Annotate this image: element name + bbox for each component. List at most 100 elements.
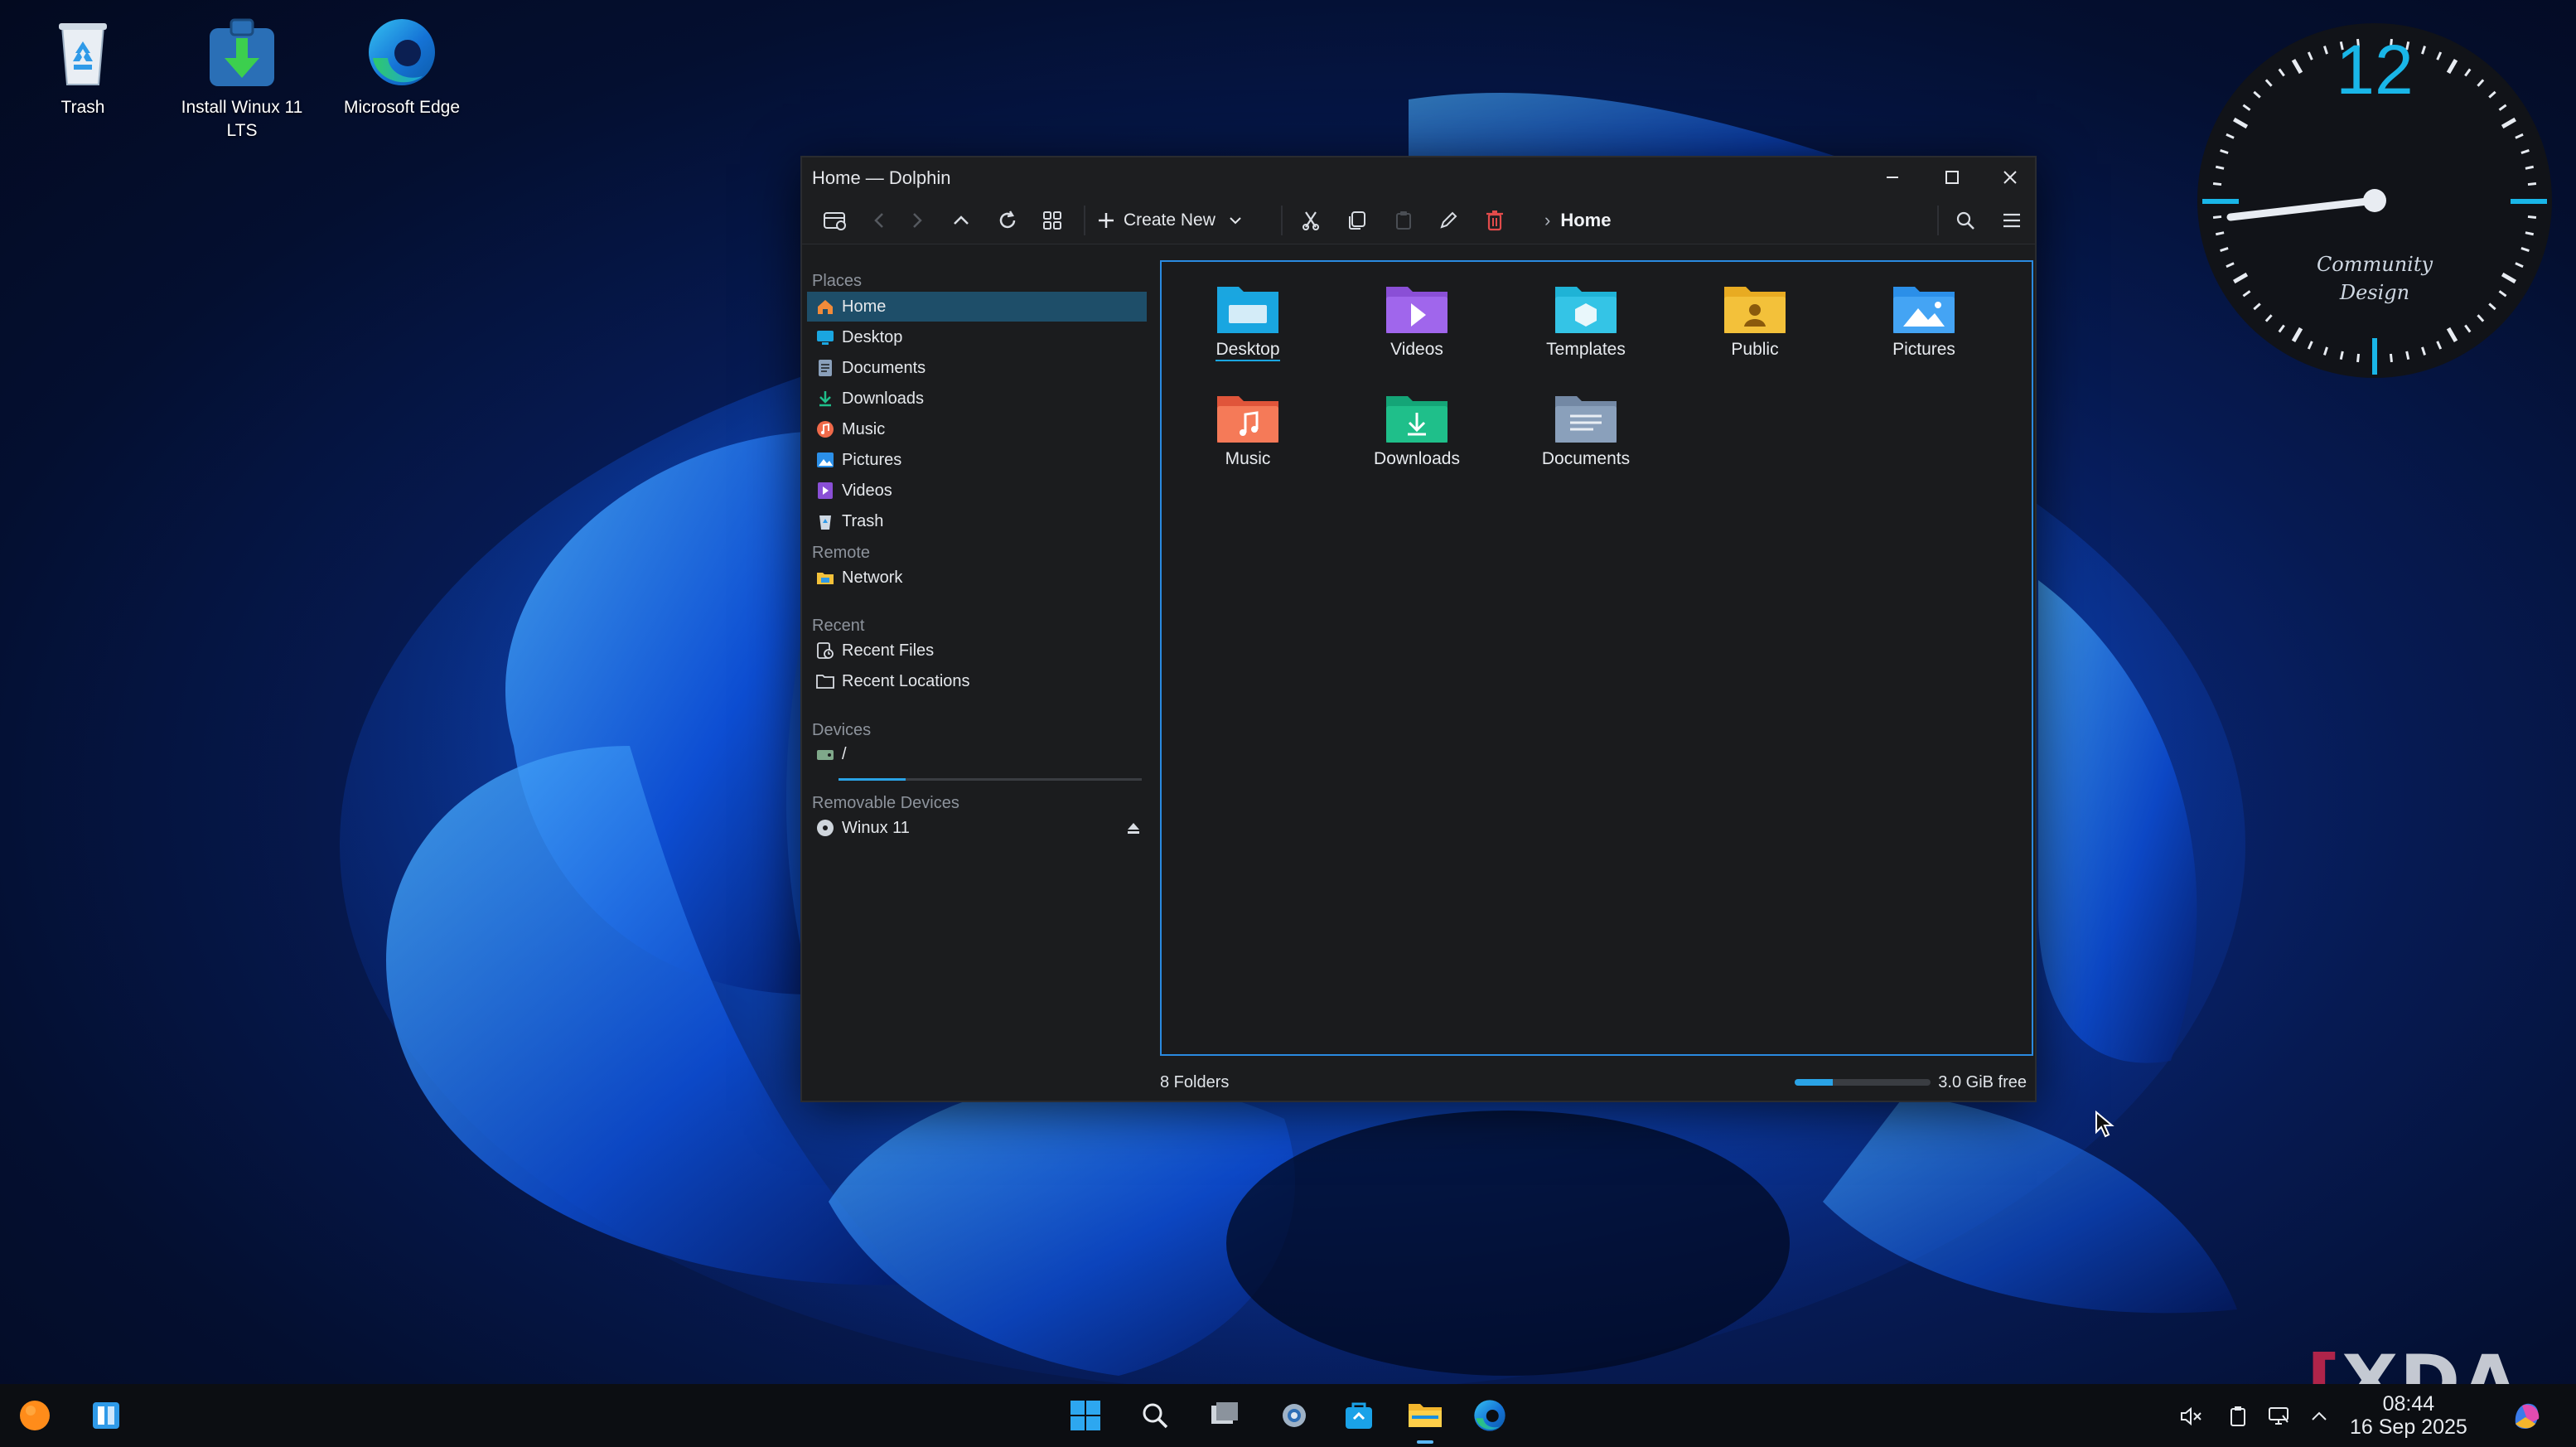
sidebar-item-documents[interactable]: Documents xyxy=(807,353,1147,383)
sidebar-item-recent-files[interactable]: Recent Files xyxy=(807,636,1147,665)
folder-templates-icon xyxy=(1554,278,1618,336)
section-devices: Devices xyxy=(812,721,872,739)
reload-button[interactable] xyxy=(991,204,1024,237)
file-explorer-icon xyxy=(1409,1404,1442,1427)
sidebar-item-recent-locations[interactable]: Recent Locations xyxy=(807,666,1147,696)
delete-button[interactable] xyxy=(1478,204,1511,237)
folder-documents[interactable]: Documents xyxy=(1511,388,1660,492)
desktop-icon-trash[interactable]: Trash xyxy=(0,0,166,119)
folder-label: Downloads xyxy=(1374,449,1460,468)
menu-button[interactable] xyxy=(1995,204,2028,237)
create-new-button[interactable]: Create New xyxy=(1094,204,1256,237)
label-line: LTS xyxy=(226,121,258,140)
sidebar-item-home[interactable]: Home xyxy=(807,292,1147,322)
folder-label: Music xyxy=(1225,449,1271,468)
paste-button[interactable] xyxy=(1387,204,1420,237)
scissors-icon xyxy=(1302,211,1319,230)
file-view[interactable]: Desktop Videos Templates Public Pictures… xyxy=(1160,260,2033,1056)
sidebar-item-videos[interactable]: Videos xyxy=(807,476,1147,506)
edge-button[interactable] xyxy=(1470,1396,1510,1435)
toolbar-separator xyxy=(1281,206,1283,235)
trash-icon xyxy=(815,511,835,531)
taskbar-date: 16 Sep 2025 xyxy=(2350,1416,2467,1439)
sidebar-item-desktop[interactable]: Desktop xyxy=(807,322,1147,352)
show-hidden-icons-button[interactable] xyxy=(2307,1404,2332,1429)
clock-tick xyxy=(2215,231,2225,236)
edge-icon xyxy=(1474,1400,1505,1431)
folder-label: Public xyxy=(1731,340,1779,359)
sidebar-item-root-drive[interactable]: / xyxy=(807,739,1147,769)
paste-icon xyxy=(1396,211,1411,230)
copy-button[interactable] xyxy=(1341,204,1374,237)
sidebar-item-label: Recent Files xyxy=(842,641,935,660)
orange-orb-icon xyxy=(20,1401,50,1430)
folder-music[interactable]: Music xyxy=(1173,388,1322,492)
sidebar-item-downloads[interactable]: Downloads xyxy=(807,384,1147,414)
up-button[interactable] xyxy=(945,204,978,237)
widgets-button[interactable] xyxy=(86,1396,126,1435)
split-view-button[interactable] xyxy=(819,204,852,237)
folder-templates[interactable]: Templates xyxy=(1511,278,1660,383)
new-window-icon xyxy=(824,212,846,230)
speaker-muted-icon xyxy=(2181,1406,2201,1426)
task-view-button[interactable] xyxy=(1205,1396,1245,1435)
back-button[interactable] xyxy=(863,204,897,237)
folder-documents-icon xyxy=(1554,388,1618,446)
folder-label: Videos xyxy=(1390,340,1443,359)
files-button[interactable] xyxy=(1402,1396,1448,1444)
sidebar-item-winux-11[interactable]: Winux 11 xyxy=(807,813,1147,843)
pencil-icon xyxy=(1440,211,1457,229)
clock-tick xyxy=(2212,215,2222,219)
clock-hour-number: 12 xyxy=(2336,31,2414,109)
window-title: Home — Dolphin xyxy=(812,167,951,188)
maximize-button[interactable] xyxy=(1927,161,1977,194)
task-view-icon xyxy=(1211,1402,1238,1424)
breadcrumb[interactable]: › Home xyxy=(1544,204,1611,237)
forward-button[interactable] xyxy=(900,204,933,237)
sidebar-item-pictures[interactable]: Pictures xyxy=(807,445,1147,475)
rename-button[interactable] xyxy=(1432,204,1465,237)
taskbar-clock[interactable]: 08:44 16 Sep 2025 xyxy=(2350,1392,2467,1439)
start-button[interactable] xyxy=(1066,1396,1105,1435)
store-icon xyxy=(1346,1402,1372,1429)
copy-icon xyxy=(1349,211,1365,230)
folder-pictures-icon xyxy=(1892,278,1956,336)
folder-public[interactable]: Public xyxy=(1680,278,1829,383)
desktop-icon-edge[interactable]: Microsoft Edge xyxy=(319,0,485,119)
network-status-button[interactable] xyxy=(2267,1404,2292,1429)
home-icon xyxy=(815,297,835,317)
search-icon xyxy=(1956,211,1974,230)
breadcrumb-home[interactable]: Home xyxy=(1560,210,1611,231)
sidebar-item-music[interactable]: Music xyxy=(807,414,1147,444)
title-bar[interactable]: Home — Dolphin xyxy=(802,157,2035,197)
search-button[interactable] xyxy=(1949,204,1982,237)
copilot-button[interactable] xyxy=(2507,1396,2547,1435)
minimize-button[interactable] xyxy=(1868,161,1917,194)
folder-downloads[interactable]: Downloads xyxy=(1342,388,1491,492)
clipboard-button[interactable] xyxy=(2226,1404,2250,1429)
widgets-icon xyxy=(93,1402,119,1429)
store-button[interactable] xyxy=(1339,1396,1379,1435)
sidebar-item-label: Winux 11 xyxy=(842,818,910,837)
settings-button[interactable] xyxy=(1274,1396,1314,1435)
sidebar-item-trash[interactable]: Trash xyxy=(807,506,1147,536)
sidebar-item-network[interactable]: Network xyxy=(807,563,1147,593)
folder-pictures[interactable]: Pictures xyxy=(1849,278,1998,383)
sidebar-item-label: / xyxy=(842,744,847,763)
free-space-bar xyxy=(1795,1079,1931,1086)
volume-button[interactable] xyxy=(2179,1404,2204,1429)
view-mode-button[interactable] xyxy=(1036,204,1069,237)
cut-button[interactable] xyxy=(1294,204,1327,237)
app-menu-button[interactable] xyxy=(15,1396,55,1435)
folder-desktop[interactable]: Desktop xyxy=(1173,278,1322,383)
taskbar-time: 08:44 xyxy=(2382,1392,2435,1416)
close-button[interactable] xyxy=(1985,161,2035,194)
sidebar-item-label: Home xyxy=(842,297,887,316)
section-places: Places xyxy=(812,272,863,290)
desktop-icon-label: Microsoft Edge xyxy=(343,98,461,117)
copilot-icon xyxy=(2515,1403,2540,1429)
folder-videos[interactable]: Videos xyxy=(1342,278,1491,383)
desktop-icon-install-winux[interactable]: Install Winux 11 LTS xyxy=(159,0,325,143)
taskbar-search-button[interactable] xyxy=(1135,1396,1175,1435)
eject-button[interactable] xyxy=(1125,820,1142,841)
